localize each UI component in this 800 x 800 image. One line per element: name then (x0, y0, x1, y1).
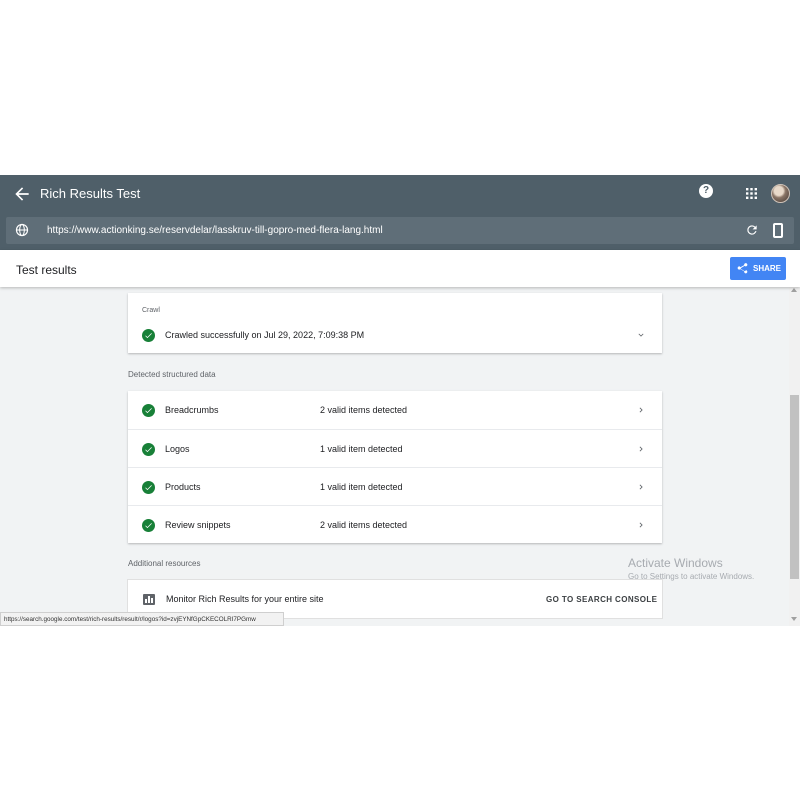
status-bar-url: https://search.google.com/test/rich-resu… (0, 612, 284, 626)
apps-grid-icon[interactable] (746, 188, 757, 199)
check-circle-icon (142, 443, 155, 456)
watermark-line1: Activate Windows (628, 556, 723, 570)
go-to-search-console-link[interactable]: GO TO SEARCH CONSOLE (546, 595, 657, 604)
monitor-text: Monitor Rich Results for your entire sit… (166, 594, 324, 604)
structured-data-heading: Detected structured data (128, 370, 216, 379)
chevron-down-icon[interactable] (636, 330, 646, 340)
help-icon[interactable]: ? (699, 184, 713, 198)
results-title: Test results (16, 263, 77, 277)
smartphone-icon[interactable] (773, 223, 783, 238)
bar-chart-icon (143, 594, 155, 605)
item-type-label: Products (165, 482, 201, 492)
reload-icon[interactable] (745, 223, 759, 237)
crawl-card[interactable]: Crawl Crawled successfully on Jul 29, 20… (128, 293, 662, 353)
check-circle-icon (142, 481, 155, 494)
user-avatar[interactable] (771, 184, 790, 203)
check-circle-icon (142, 329, 155, 342)
chevron-right-icon (639, 522, 643, 528)
check-circle-icon (142, 519, 155, 532)
scroll-up-arrow-icon[interactable] (791, 288, 797, 292)
app-title: Rich Results Test (40, 186, 141, 201)
chevron-right-icon (639, 446, 643, 452)
share-label: SHARE (753, 264, 782, 273)
item-count-label: 2 valid items detected (320, 520, 408, 530)
structured-data-row-breadcrumbs[interactable]: Breadcrumbs 2 valid items detected (128, 391, 662, 429)
structured-data-row-review-snippets[interactable]: Review snippets 2 valid items detected (128, 505, 662, 543)
crawl-label: Crawl (142, 307, 160, 314)
check-circle-icon (142, 404, 155, 417)
share-button[interactable]: SHARE (730, 257, 786, 280)
item-count-label: 1 valid item detected (320, 444, 403, 454)
chevron-right-icon (639, 484, 643, 490)
arrow-back-icon[interactable] (12, 184, 32, 204)
url-bar: https://www.actionking.se/reservdelar/la… (6, 217, 794, 244)
item-count-label: 1 valid item detected (320, 482, 403, 492)
share-icon (737, 263, 748, 274)
structured-data-row-products[interactable]: Products 1 valid item detected (128, 467, 662, 505)
screenshot-viewport: Rich Results Test ? https://www.actionki… (0, 175, 800, 626)
app-header: Rich Results Test ? https://www.actionki… (0, 175, 800, 250)
item-type-label: Logos (165, 444, 190, 454)
activate-windows-watermark: Activate Windows Go to Settings to activ… (628, 556, 754, 581)
additional-resources-heading: Additional resources (128, 559, 201, 568)
item-count-label: 2 valid items detected (320, 405, 408, 415)
structured-data-card: Breadcrumbs 2 valid items detected Logos… (128, 391, 662, 543)
structured-data-row-logos[interactable]: Logos 1 valid item detected (128, 429, 662, 467)
scrollbar-thumb[interactable] (790, 395, 799, 579)
watermark-line2: Go to Settings to activate Windows. (628, 572, 755, 581)
results-header: Test results (0, 250, 800, 287)
item-type-label: Breadcrumbs (165, 405, 219, 415)
chevron-right-icon (639, 407, 643, 413)
item-type-label: Review snippets (165, 520, 231, 530)
crawl-status-text: Crawled successfully on Jul 29, 2022, 7:… (165, 330, 365, 340)
scroll-down-arrow-icon[interactable] (791, 617, 797, 621)
tested-url[interactable]: https://www.actionking.se/reservdelar/la… (47, 225, 383, 236)
globe-icon (15, 223, 29, 237)
